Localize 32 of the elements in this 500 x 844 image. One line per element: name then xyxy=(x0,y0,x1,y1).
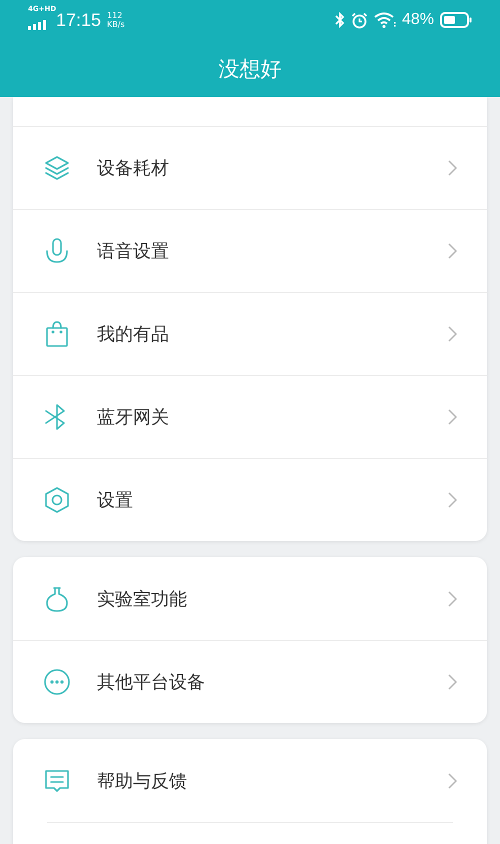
chevron-right-icon xyxy=(448,243,457,259)
menu-item[interactable]: 设置 xyxy=(13,458,487,541)
chevron-right-icon xyxy=(448,590,457,606)
signal-icon xyxy=(28,20,46,30)
menu-item[interactable]: 语音设置 xyxy=(13,209,487,292)
speed-unit: KB/s xyxy=(107,20,125,29)
battery-percent: 48% xyxy=(402,11,434,29)
bag-icon xyxy=(43,320,71,348)
hexagon-icon xyxy=(43,486,71,514)
layers-icon xyxy=(43,154,71,182)
chevron-right-icon xyxy=(448,492,457,508)
mic-icon xyxy=(43,237,71,265)
chevron-right-icon xyxy=(448,326,457,342)
menu-item[interactable]: 帮助与反馈 xyxy=(13,739,487,822)
menu-item[interactable]: 设备耗材 xyxy=(13,126,487,209)
chevron-right-icon xyxy=(448,772,457,788)
menu-item[interactable]: 蓝牙网关 xyxy=(13,375,487,458)
menu-item[interactable]: 实验室功能 xyxy=(13,557,487,640)
speed-value: 112 xyxy=(107,11,124,20)
chevron-right-icon xyxy=(448,674,457,690)
page-title: 没想好 xyxy=(218,56,282,82)
wifi-icon xyxy=(374,12,396,28)
menu-item[interactable]: 其他平台设备 xyxy=(13,640,487,723)
bluetooth-icon xyxy=(334,12,345,28)
chevron-right-icon xyxy=(448,409,457,425)
flask-icon xyxy=(43,584,71,612)
chevron-right-icon xyxy=(448,160,457,176)
alarm-clock-icon xyxy=(350,12,368,28)
menu-item[interactable]: 我的有品 xyxy=(13,292,487,375)
more-icon xyxy=(43,668,71,696)
battery-icon xyxy=(440,12,472,28)
clock-time: 17:15 xyxy=(56,10,102,30)
